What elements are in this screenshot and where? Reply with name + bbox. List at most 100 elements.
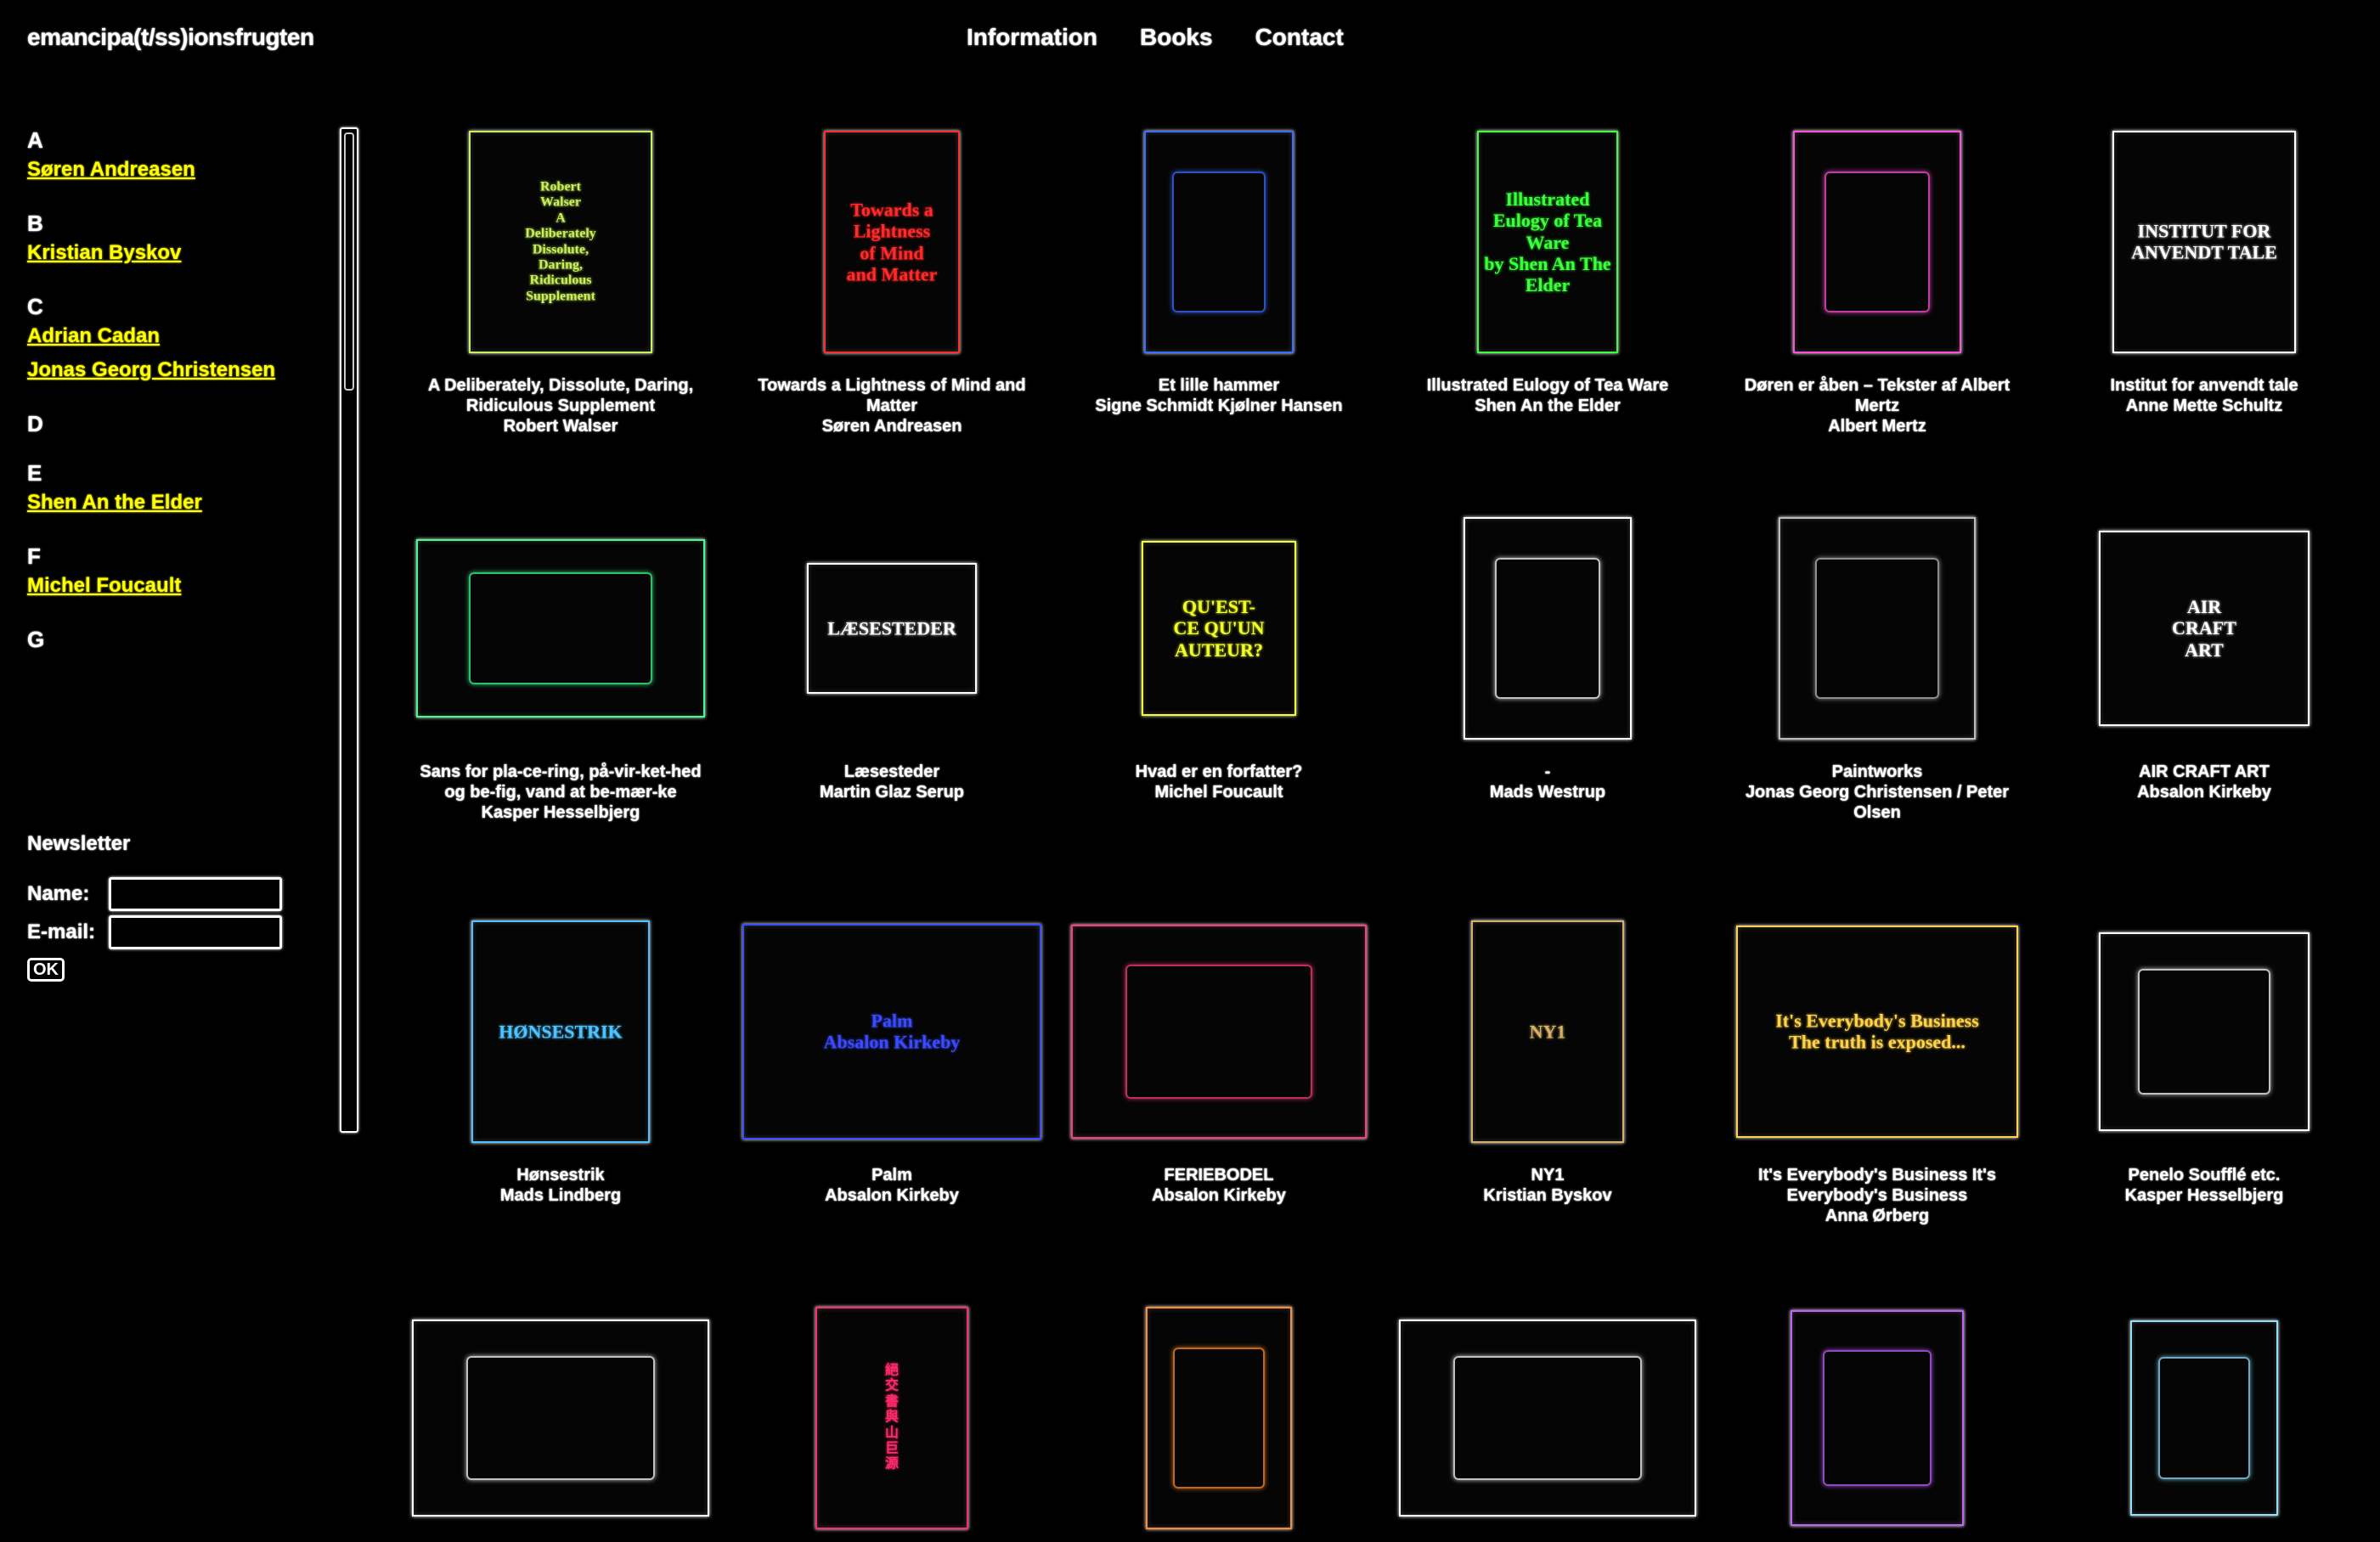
book-item[interactable]: Paintworks Jonas Georg Christensen / Pete… (1716, 514, 2039, 823)
cover-text-line: NY1 (1529, 1021, 1566, 1043)
cover-artwork (1125, 964, 1313, 1100)
index-author-link[interactable]: Shen An the Elder (27, 486, 333, 520)
cover-text-line: of Mind (860, 242, 924, 263)
book-title: Penelo Soufflé etc. (2128, 1166, 2281, 1185)
book-item[interactable]: LÆSESTEDER Læsesteder Martin Glaz Serup (730, 514, 1053, 802)
book-cover-image[interactable] (1793, 131, 1961, 353)
cover-artwork (1815, 558, 1939, 699)
book-caption: Palm Absalon Kirkeby (730, 1165, 1053, 1206)
book-item[interactable]: FERIEBODEL Absalon Kirkeby (1057, 917, 1380, 1206)
scrollbar-thumb[interactable] (344, 132, 354, 391)
cover-text-line: 巨 (884, 1441, 899, 1456)
book-cover-image[interactable]: NY1 (1471, 920, 1624, 1143)
book-item[interactable]: NY1 NY1 Kristian Byskov (1386, 917, 1709, 1206)
book-cover-image[interactable]: Robert Walser A Deliberately Dissolute, Darin… (469, 131, 652, 353)
book-caption: AIR CRAFT ART Absalon Kirkeby (2043, 762, 2366, 802)
index-scrollbar[interactable] (340, 127, 358, 1133)
name-label: Name: (27, 881, 90, 905)
book-cover-image[interactable] (1464, 517, 1632, 740)
book-item[interactable]: Døren er åben – Tekster af Albert Mertz A… (1716, 127, 2039, 436)
book-item[interactable] (1057, 1303, 1380, 1533)
index-author-link[interactable]: Kristian Byskov (27, 236, 333, 270)
book-item[interactable]: INSTITUT FOR ANVENDT TALE Institut for anv… (2043, 127, 2366, 416)
book-author: Mads Lindberg (499, 1186, 622, 1205)
book-caption: Paintworks Jonas Georg Christensen / Pete… (1716, 762, 2039, 823)
cover-text-line: AIR (2186, 596, 2222, 618)
book-cover-image[interactable]: It's Everybody's Business The truth is ex… (1736, 926, 2018, 1138)
book-cover-image[interactable]: HØNSESTRIK (471, 920, 650, 1143)
nav-information[interactable]: Information (967, 24, 1097, 51)
name-field[interactable] (109, 876, 282, 911)
book-cover-image[interactable] (1399, 1320, 1696, 1517)
book-item[interactable] (2043, 1303, 2366, 1533)
book-title: - (1544, 763, 1551, 781)
book-cover-image[interactable] (412, 1320, 709, 1517)
book-cover-image[interactable]: QU'EST- CE QU'UN AUTEUR? (1142, 541, 1296, 716)
cover-text-line: 絕 (884, 1363, 899, 1378)
index-author-link[interactable]: Adrian Cadan (27, 319, 333, 353)
book-item[interactable]: Towards a Lightness of Mind and Matter Towar… (730, 127, 1053, 436)
cover-text-line: and Matter (846, 263, 938, 285)
cover-artwork (469, 572, 652, 684)
email-field[interactable] (109, 915, 282, 949)
book-cover-image[interactable]: 絕交書與山巨源 (815, 1307, 968, 1529)
cover-text-line: 與 (884, 1410, 899, 1425)
nav-contact[interactable]: Contact (1255, 24, 1344, 51)
book-item[interactable]: QU'EST- CE QU'UN AUTEUR? Hvad er en forfatt… (1057, 514, 1380, 802)
book-item[interactable] (1386, 1303, 1709, 1533)
cover-text-line: ANVENDT TALE (2131, 242, 2277, 263)
book-cover-image[interactable]: Towards a Lightness of Mind and Matter (824, 131, 960, 353)
site-title[interactable]: emancipa(t/ss)ionsfrugten (27, 24, 314, 51)
book-author: Robert Walser (503, 417, 618, 436)
index-letter: C (27, 294, 43, 319)
book-cover-image[interactable] (2099, 932, 2310, 1131)
book-item[interactable]: Penelo Soufflé etc. Kasper Hesselbjerg (2043, 917, 2366, 1206)
book-cover-image[interactable] (1144, 131, 1294, 353)
book-item[interactable]: Illustrated Eulogy of Tea Ware by Shen An… (1386, 127, 1709, 416)
cover-artwork (1171, 172, 1266, 312)
book-caption: NY1 Kristian Byskov (1386, 1165, 1709, 1206)
index-letter: F (27, 543, 41, 569)
cover-text-line: 山 (884, 1426, 899, 1441)
book-item[interactable]: Et lille hammer Signe Schmidt Kjølner Han… (1057, 127, 1380, 416)
index-author-link[interactable]: Michel Foucault (27, 569, 333, 603)
index-author-link[interactable]: Jonas Georg Christensen (27, 353, 333, 387)
book-item[interactable] (399, 1303, 722, 1533)
book-cover-image[interactable] (1071, 925, 1367, 1139)
book-cover-image[interactable]: INSTITUT FOR ANVENDT TALE (2112, 131, 2296, 353)
cover-text-line: Daring, (539, 257, 583, 273)
nav-books[interactable]: Books (1140, 24, 1213, 51)
book-cover-image[interactable] (1146, 1307, 1292, 1529)
cover-text-line: 交 (884, 1379, 899, 1394)
book-item[interactable]: 絕交書與山巨源 (730, 1303, 1053, 1533)
index-author-link[interactable]: Søren Andreasen (27, 153, 333, 187)
book-item[interactable]: Sans for pla-ce-ring, på-vir-ket-hed og … (399, 514, 722, 823)
book-cover-image[interactable]: Palm Absalon Kirkeby (742, 924, 1041, 1140)
book-item[interactable]: AIR CRAFT ART AIR CRAFT ART Absalon Kirkeby (2043, 514, 2366, 802)
cover-text-line: INSTITUT FOR (2137, 220, 2271, 242)
book-title: Sans for pla-ce-ring, på-vir-ket-hed og … (420, 763, 702, 802)
author-index: A Søren Andreasen B Kristian Byskov C Adrian … (27, 127, 333, 652)
book-cover-image[interactable]: Illustrated Eulogy of Tea Ware by Shen An… (1477, 131, 1618, 353)
book-author: Albert Mertz (1828, 417, 1926, 436)
book-caption: Hvad er en forfatter? Michel Foucault (1057, 762, 1380, 802)
book-cover-image[interactable] (1791, 1310, 1964, 1526)
book-item[interactable]: It's Everybody's Business The truth is ex… (1716, 917, 2039, 1226)
top-nav: Information Books Contact (967, 24, 1344, 51)
book-item[interactable]: Robert Walser A Deliberately Dissolute, Darin… (399, 127, 722, 436)
book-cover-image[interactable] (416, 539, 705, 718)
book-cover-image[interactable] (1779, 517, 1976, 740)
ok-button[interactable]: OK (27, 958, 65, 982)
book-cover-image[interactable] (2130, 1320, 2278, 1516)
cover-text-line: Illustrated Eulogy of Tea Ware (1492, 188, 1603, 253)
book-item[interactable]: HØNSESTRIK Hønsestrik Mads Lindberg (399, 917, 722, 1206)
book-item[interactable]: Palm Absalon Kirkeby Palm Absalon Kirkeby (730, 917, 1053, 1206)
book-author: Kasper Hesselbjerg (2124, 1186, 2284, 1205)
book-author: Absalon Kirkeby (825, 1186, 959, 1205)
book-item[interactable]: - Mads Westrup (1386, 514, 1709, 802)
book-cover-image[interactable]: LÆSESTEDER (807, 563, 977, 694)
index-letter: E (27, 460, 42, 486)
book-item[interactable] (1716, 1303, 2039, 1533)
book-author: Martin Glaz Serup (819, 783, 965, 802)
book-cover-image[interactable]: AIR CRAFT ART (2099, 531, 2310, 726)
